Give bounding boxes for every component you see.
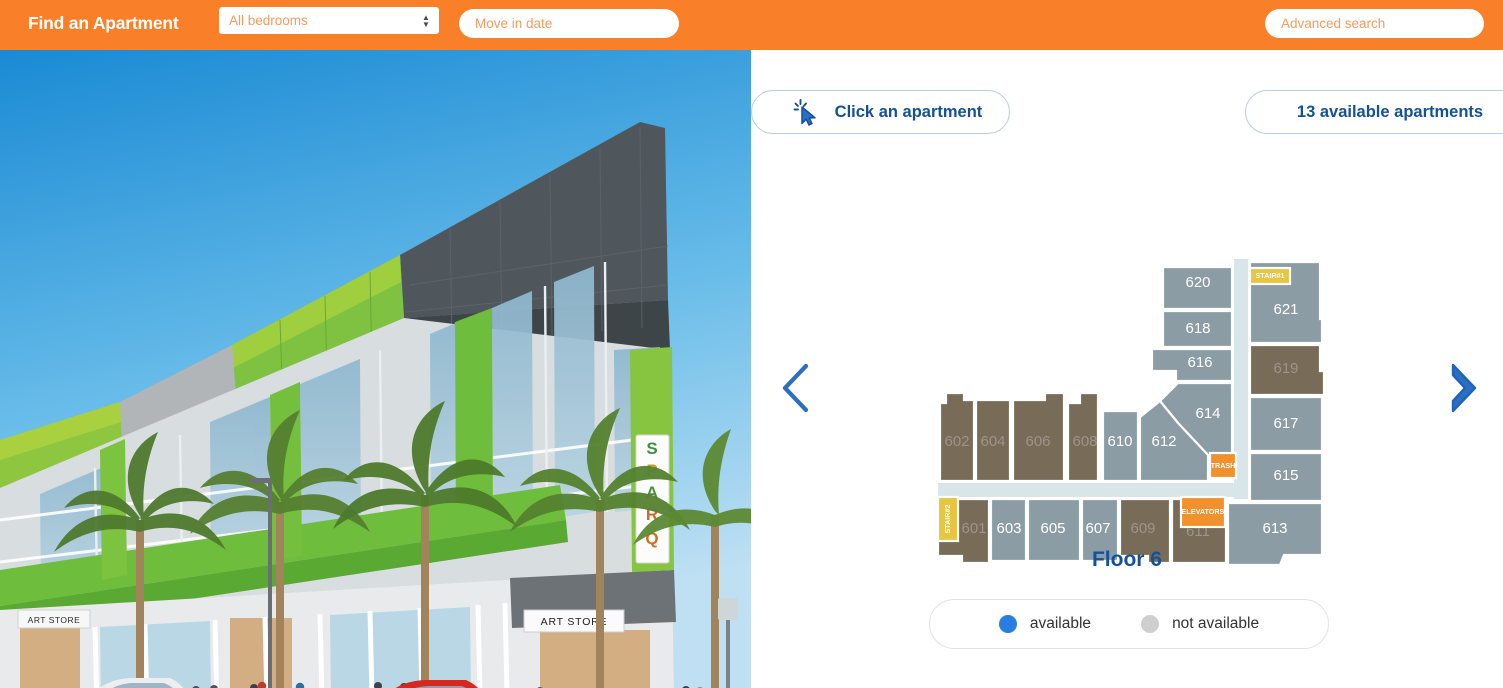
available-apartments-count-button[interactable]: 13 available apartments [1245, 90, 1503, 134]
unit-604[interactable] [974, 398, 1012, 483]
advanced-search-button[interactable]: Advanced search [1265, 9, 1484, 38]
bedrooms-select[interactable]: All bedrooms ▲ ▼ [219, 7, 439, 34]
building-photo: S P A R Q [0, 50, 751, 688]
legend-item-not-available: not available [1141, 615, 1259, 633]
mouse-click-cursor-icon [793, 97, 823, 127]
corridor-horizontal [938, 483, 1236, 497]
unit-619[interactable] [1248, 343, 1326, 397]
unit-617[interactable] [1248, 395, 1324, 453]
legend-item-available: available [998, 615, 1092, 633]
unit-602[interactable] [938, 391, 976, 483]
not-available-dot-icon [1141, 615, 1160, 633]
page-title: Find an Apartment [28, 13, 179, 33]
svg-text:S: S [646, 439, 657, 458]
move-in-date-input[interactable]: Move in date [459, 9, 679, 38]
unit-615[interactable] [1248, 451, 1324, 503]
unit-606[interactable] [1011, 391, 1066, 483]
unit-618[interactable] [1161, 309, 1234, 349]
availability-legend: available not available [929, 599, 1329, 649]
legend-not-available-label: not available [1172, 615, 1260, 632]
trash-room[interactable] [1208, 451, 1238, 480]
advanced-search-label: Advanced search [1281, 16, 1386, 31]
available-apartments-count-label: 13 available apartments [1296, 102, 1484, 121]
app-header: Find an Apartment All bedrooms ▲ ▼ Move i… [0, 0, 1503, 50]
svg-text:ART STORE: ART STORE [28, 615, 81, 625]
click-an-apartment-label: Click an apartment [834, 102, 983, 121]
bedrooms-select-value: All bedrooms [229, 13, 308, 28]
available-dot-icon [998, 615, 1017, 633]
move-in-date-placeholder: Move in date [475, 16, 553, 31]
legend-available-label: available [1029, 615, 1092, 632]
building-render-illustration: S P A R Q [0, 50, 751, 688]
unit-620[interactable] [1161, 265, 1234, 311]
floorplan-map: 620 618 616 614 612 610 608 606 604 602 … [751, 190, 1503, 565]
unit-610[interactable] [1101, 409, 1140, 483]
unit-616[interactable] [1150, 347, 1234, 383]
chevron-updown-icon: ▲ ▼ [422, 12, 430, 29]
stair-2[interactable] [936, 495, 960, 543]
elevators[interactable] [1179, 495, 1227, 529]
floorplan-svg: 620 618 616 614 612 610 608 606 604 602 … [936, 259, 1326, 565]
stair-1[interactable] [1248, 266, 1292, 286]
floor-label: Floor 6 [1091, 548, 1162, 571]
unit-608[interactable] [1066, 391, 1100, 483]
floorplan-panel: Click an apartment 13 available apartmen… [751, 50, 1503, 688]
click-an-apartment-button[interactable]: Click an apartment [751, 90, 1010, 134]
